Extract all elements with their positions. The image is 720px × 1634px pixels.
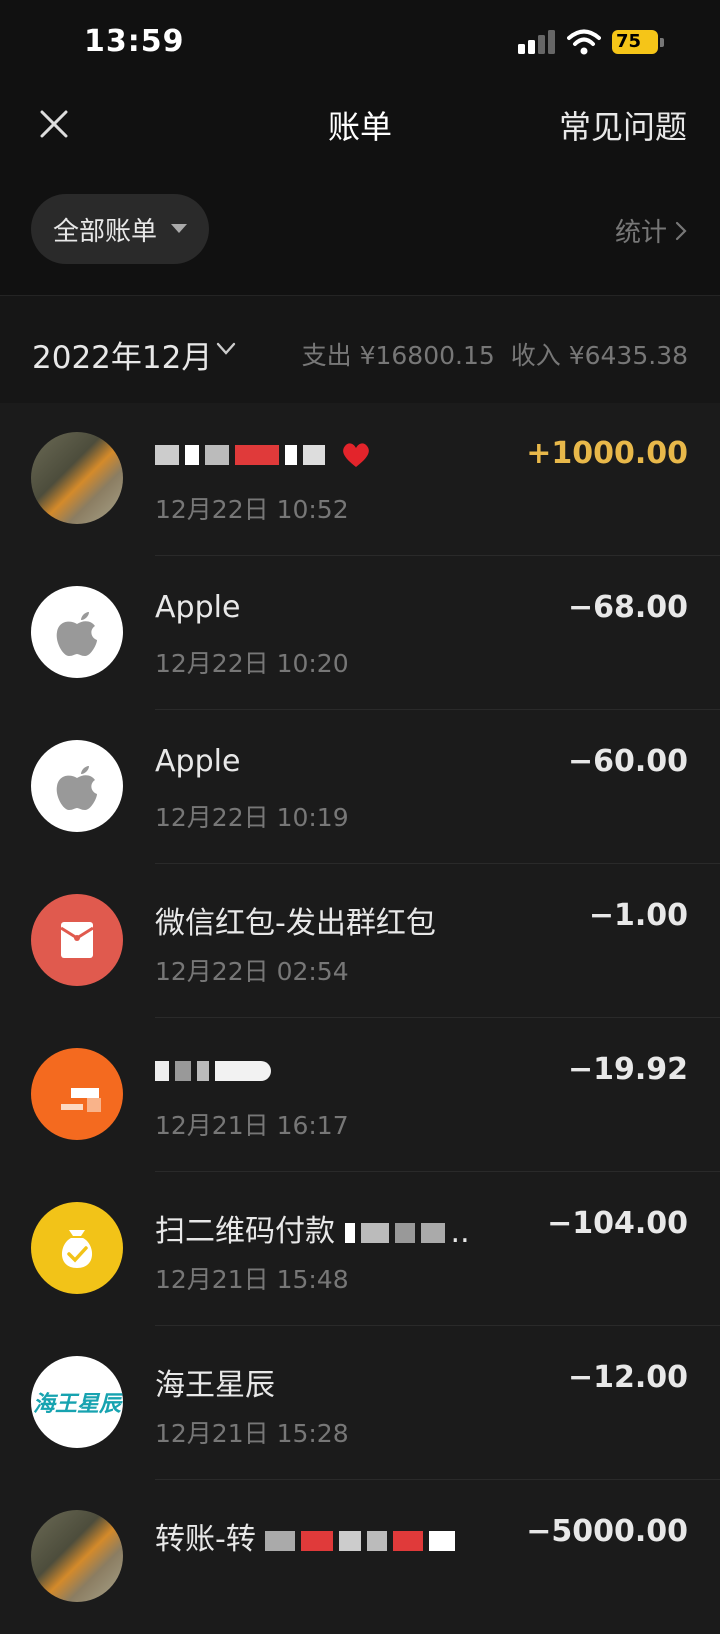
- chevron-down-icon[interactable]: [216, 342, 236, 356]
- transaction-name: Apple: [155, 590, 241, 625]
- transaction-amount: −60.00: [567, 744, 688, 779]
- wifi-icon: [567, 29, 601, 55]
- month-totals: 支出 ¥16800.15 收入 ¥6435.38: [286, 336, 688, 372]
- photo-avatar: [31, 432, 123, 524]
- photo-avatar: [31, 1510, 123, 1602]
- signal-icon: [518, 30, 555, 54]
- transaction-time: 12月22日 10:19: [155, 803, 349, 832]
- haiwang-logo: 海王星辰: [31, 1356, 123, 1448]
- battery-icon: 75: [612, 30, 666, 56]
- bill-filter-label: 全部账单: [53, 217, 158, 247]
- transaction-time: 12月22日 10:20: [155, 649, 349, 678]
- transaction-time: 12月21日 15:28: [155, 1419, 349, 1448]
- nav-bar: 账单 常见问题: [0, 86, 720, 162]
- income-total: 收入 ¥6435.38: [510, 341, 688, 370]
- transaction-amount: −5000.00: [526, 1514, 688, 1549]
- expense-total: 支出 ¥16800.15: [301, 341, 495, 370]
- haiwang-logo-text: 海王星辰: [32, 1392, 121, 1417]
- month-summary-bar: 2022年12月 支出 ¥16800.15 收入 ¥6435.38: [0, 295, 720, 403]
- transaction-name: [155, 1052, 277, 1087]
- list-item[interactable]: 12月21日 16:17 −19.92: [0, 1018, 720, 1172]
- list-item[interactable]: 海王星辰 海王星辰 12月21日 15:28 −12.00: [0, 1326, 720, 1480]
- transaction-amount: −1.00: [588, 898, 688, 933]
- apple-icon: [31, 740, 123, 832]
- list-item[interactable]: 扫二维码付款 .. 12月21日 15:48 −104.00: [0, 1172, 720, 1326]
- list-item[interactable]: Apple 12月22日 10:20 −68.00: [0, 556, 720, 710]
- transaction-time: 12月22日 02:54: [155, 957, 349, 986]
- orange-merchant-icon: [31, 1048, 123, 1140]
- transaction-name: 扫二维码付款 ..: [155, 1214, 470, 1250]
- list-item[interactable]: 12月22日 10:52 +1000.00: [0, 402, 720, 556]
- transaction-amount: −12.00: [567, 1360, 688, 1395]
- transaction-amount: −19.92: [567, 1052, 688, 1087]
- transaction-name: Apple: [155, 744, 241, 779]
- battery-level: 75: [612, 30, 658, 54]
- transaction-name: [155, 436, 371, 471]
- transaction-name: 微信红包-发出群红包: [155, 906, 436, 941]
- list-item[interactable]: 微信红包-发出群红包 12月22日 02:54 −1.00: [0, 864, 720, 1018]
- stats-label: 统计: [614, 218, 667, 248]
- money-bag-icon: [31, 1202, 123, 1294]
- status-time: 13:59: [84, 24, 185, 59]
- list-item[interactable]: 转账-转 −5000.00: [0, 1480, 720, 1634]
- apple-icon: [31, 586, 123, 678]
- status-bar: 13:59 75: [0, 0, 720, 86]
- transaction-time: 12月22日 10:52: [155, 495, 349, 524]
- transaction-name: 海王星辰: [155, 1368, 275, 1403]
- bill-filter-dropdown[interactable]: 全部账单: [31, 194, 209, 264]
- chevron-right-icon: [675, 221, 687, 241]
- transaction-amount: +1000.00: [526, 436, 688, 471]
- transaction-amount: −104.00: [547, 1206, 688, 1241]
- caret-down-icon: [171, 224, 187, 233]
- transaction-name: 转账-转: [155, 1514, 461, 1558]
- transaction-list: 12月22日 10:52 +1000.00 Apple 12月22日 10:20…: [0, 402, 720, 1634]
- stats-link[interactable]: 统计: [615, 212, 687, 249]
- month-selector[interactable]: 2022年12月: [32, 332, 212, 377]
- list-item[interactable]: Apple 12月22日 10:19 −60.00: [0, 710, 720, 864]
- red-envelope-icon: [31, 894, 123, 986]
- heart-icon: [342, 442, 369, 467]
- transaction-time: 12月21日 15:48: [155, 1265, 349, 1294]
- transaction-amount: −68.00: [567, 590, 688, 625]
- faq-link[interactable]: 常见问题: [559, 102, 687, 148]
- transaction-time: 12月21日 16:17: [155, 1111, 349, 1140]
